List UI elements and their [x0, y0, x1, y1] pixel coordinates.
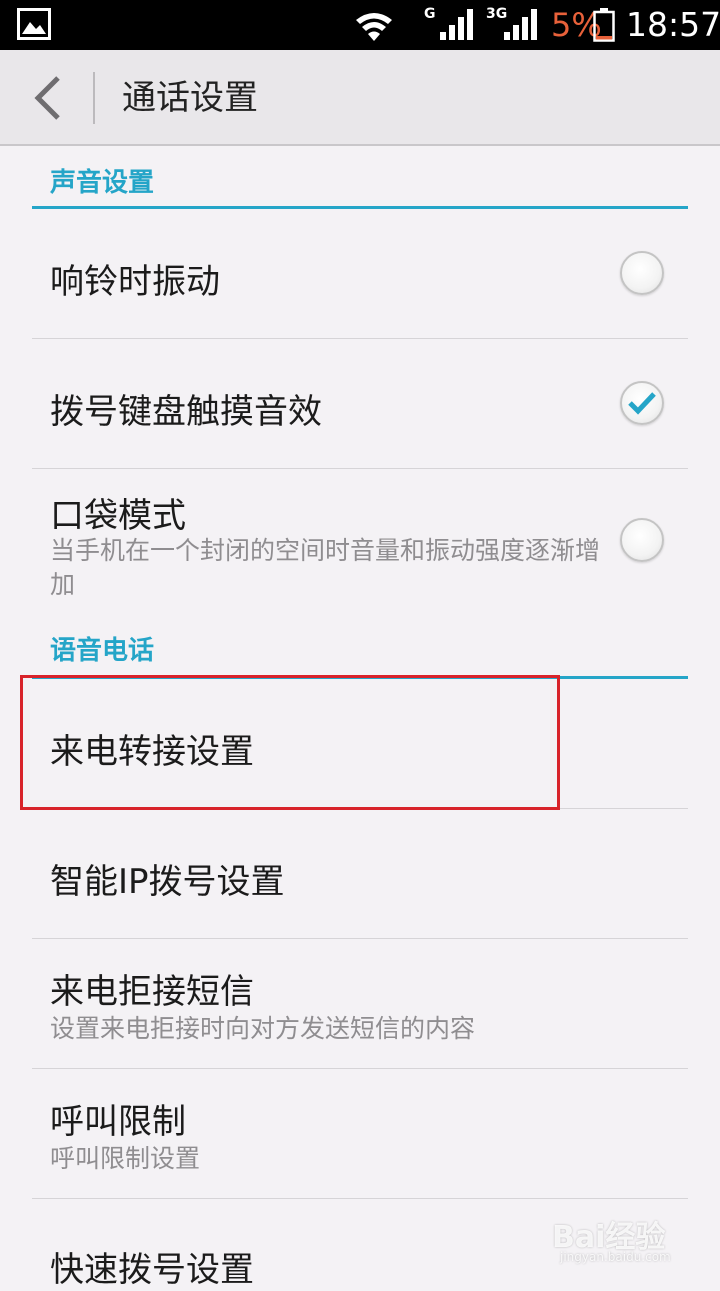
cell-signal-icon — [440, 9, 473, 40]
checkbox-dialpad-touch-tones[interactable] — [620, 381, 664, 425]
setting-dialpad-touch-tones[interactable]: 拨号键盘触摸音效 — [0, 340, 720, 468]
setting-reject-sms[interactable]: 来电拒接短信 设置来电拒接时向对方发送短信的内容 — [0, 940, 720, 1068]
setting-smart-ip-dial[interactable]: 智能IP拨号设置 — [0, 810, 720, 938]
divider — [32, 1068, 688, 1069]
watermark-url: jingyan.baidu.com — [560, 1250, 671, 1264]
status-bar: G 3G 5% 18:57 — [0, 0, 720, 50]
setting-title: 口袋模式 — [50, 496, 186, 536]
clock: 18:57 — [626, 5, 720, 44]
section-header-label: 声音设置 — [50, 168, 155, 198]
divider — [32, 338, 688, 339]
action-bar-divider — [93, 72, 95, 124]
divider — [32, 1198, 688, 1199]
setting-subtitle: 呼叫限制设置 — [50, 1144, 201, 1173]
action-bar: 通话设置 — [0, 50, 720, 146]
checkmark-icon — [628, 392, 656, 415]
section-header-sound: 声音设置 — [32, 146, 688, 209]
cell-signal-icon-2 — [504, 9, 537, 40]
setting-subtitle: 设置来电拒接时向对方发送短信的内容 — [50, 1014, 476, 1043]
setting-subtitle: 当手机在一个封闭的空间时音量和振动强度逐渐增加 — [50, 536, 601, 599]
section-header-voice-call: 语音电话 — [32, 614, 688, 679]
wifi-icon — [356, 13, 392, 41]
setting-title: 响铃时振动 — [50, 262, 220, 302]
setting-title: 来电拒接短信 — [50, 972, 254, 1012]
setting-title: 快速拨号设置 — [50, 1250, 254, 1290]
image-notification-icon — [17, 8, 51, 40]
setting-call-barring[interactable]: 呼叫限制 呼叫限制设置 — [0, 1070, 720, 1198]
setting-title: 拨号键盘触摸音效 — [50, 392, 322, 432]
setting-pocket-mode[interactable]: 口袋模式 当手机在一个封闭的空间时音量和振动强度逐渐增加 — [0, 470, 720, 608]
battery-icon — [593, 8, 615, 42]
checkbox-vibrate-on-ring[interactable] — [620, 251, 664, 295]
chevron-left-icon[interactable] — [20, 70, 76, 126]
setting-title: 智能IP拨号设置 — [50, 862, 285, 902]
highlight-annotation — [20, 675, 560, 810]
divider — [32, 468, 688, 469]
divider — [32, 938, 688, 939]
checkbox-pocket-mode[interactable] — [620, 518, 664, 562]
setting-title: 呼叫限制 — [50, 1102, 186, 1142]
page-title: 通话设置 — [122, 78, 258, 118]
section-header-label: 语音电话 — [50, 636, 155, 666]
setting-vibrate-on-ring[interactable]: 响铃时振动 — [0, 210, 720, 338]
